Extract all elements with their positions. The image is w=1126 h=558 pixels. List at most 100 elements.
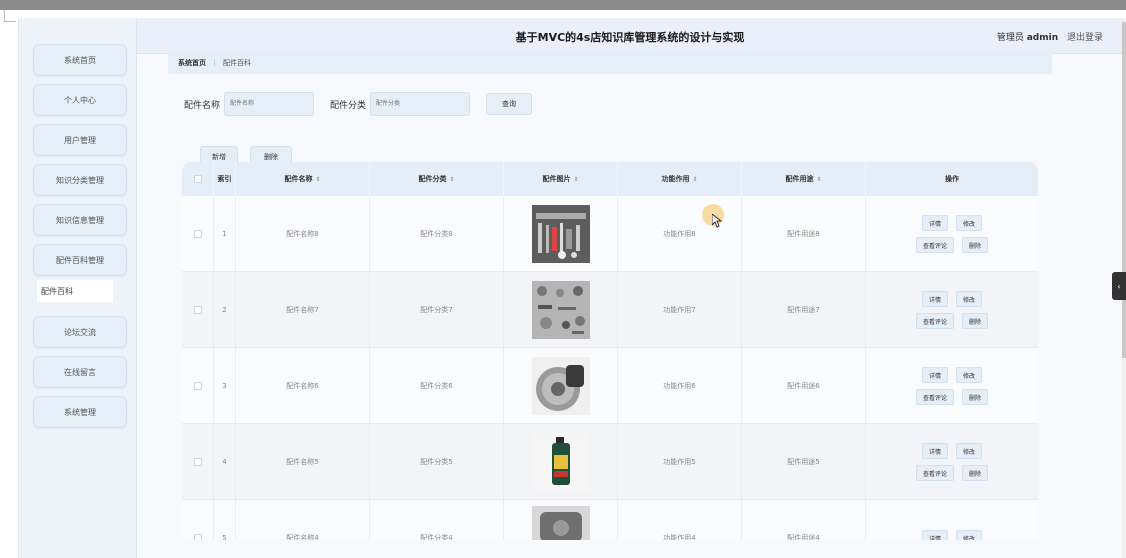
row-index: 2: [214, 272, 236, 348]
mouse-cursor-icon: [712, 214, 722, 228]
query-button[interactable]: 查询: [486, 93, 533, 115]
sort-icon: ⇕: [315, 175, 321, 183]
detail-button[interactable]: 详情: [921, 367, 948, 383]
user-role: 管理员: [996, 33, 1024, 43]
side-panel-toggle-icon[interactable]: ‹: [1112, 272, 1126, 300]
row-function: 功能作用4: [618, 500, 742, 540]
parts-table: 索引 配件名称 ⇕ 配件分类 ⇕ 配件图片 ⇕ 功能作用 ⇕ 配件用途 ⇕ 操作 1 配件…: [182, 162, 1038, 540]
edit-button[interactable]: 修改: [956, 367, 983, 383]
view-comments-button[interactable]: 查看评论: [915, 389, 954, 405]
edit-button[interactable]: 修改: [956, 443, 983, 459]
row-index: 3: [214, 348, 236, 424]
col-name[interactable]: 配件名称 ⇕: [236, 162, 370, 196]
row-function: 功能作用7: [618, 272, 742, 348]
edit-button[interactable]: 修改: [956, 530, 983, 540]
part-image-brake-disc: [531, 357, 590, 415]
select-all-checkbox[interactable]: [193, 175, 202, 183]
row-name: 配件名称6: [236, 348, 370, 424]
sidebar-item-home[interactable]: 系统首页: [33, 44, 127, 76]
row-usage: 配件用途4: [742, 500, 866, 540]
row-usage: 配件用途8: [742, 196, 866, 272]
select-all-cell: [182, 162, 214, 196]
breadcrumb-home[interactable]: 系统首页: [178, 58, 206, 68]
scrollbar-thumb[interactable]: [1122, 22, 1126, 358]
col-category[interactable]: 配件分类 ⇕: [370, 162, 504, 196]
sidebar-item-users[interactable]: 用户管理: [33, 124, 127, 156]
breadcrumb-separator: ⋮: [211, 59, 218, 67]
col-image[interactable]: 配件图片 ⇕: [504, 162, 618, 196]
view-comments-button[interactable]: 查看评论: [915, 313, 954, 329]
row-actions: 详情 修改 查看评论 删除: [915, 215, 989, 253]
sidebar-item-parts-wiki[interactable]: 配件百科管理: [33, 244, 127, 276]
edit-button[interactable]: 修改: [956, 291, 983, 307]
table-row: 5 配件名称4 配件分类4 功能作用4 配件用途4 详情 修改: [182, 500, 1038, 540]
row-category: 配件分类4: [370, 500, 504, 540]
row-usage: 配件用途6: [742, 348, 866, 424]
row-checkbox[interactable]: [193, 306, 202, 314]
sort-icon: ⇕: [692, 175, 698, 183]
sidebar-item-forum[interactable]: 论坛交流: [33, 316, 127, 348]
row-category: 配件分类5: [370, 424, 504, 500]
window-corner-mark: [4, 10, 16, 22]
row-index: 5: [214, 500, 236, 540]
sort-icon: ⇕: [816, 175, 822, 183]
row-index: 1: [214, 196, 236, 272]
view-comments-button[interactable]: 查看评论: [915, 237, 954, 253]
username: admin: [1026, 33, 1059, 43]
edit-button[interactable]: 修改: [956, 215, 983, 231]
row-usage: 配件用途7: [742, 272, 866, 348]
row-checkbox[interactable]: [193, 230, 202, 238]
delete-button[interactable]: 删除: [962, 465, 989, 481]
table-row: 2 配件名称7 配件分类7 功能作用7 配件用途7 详情 修改 查看评论 删除: [182, 272, 1038, 348]
row-actions: 详情 修改 查看评论 删除: [915, 443, 989, 481]
sort-icon: ⇕: [573, 175, 579, 183]
col-index: 索引: [214, 162, 236, 196]
part-image-bolts: [531, 281, 590, 339]
table-row: 4 配件名称5 配件分类5 功能作用5 配件用途5 详情 修改 查看评论 删除: [182, 424, 1038, 500]
delete-button[interactable]: 删除: [962, 389, 989, 405]
detail-button[interactable]: 详情: [921, 530, 948, 540]
sidebar-item-system[interactable]: 系统管理: [33, 396, 127, 428]
row-name: 配件名称5: [236, 424, 370, 500]
sidebar-item-knowledge-info[interactable]: 知识信息管理: [33, 204, 127, 236]
detail-button[interactable]: 详情: [921, 215, 948, 231]
row-checkbox[interactable]: [193, 458, 202, 466]
delete-button[interactable]: 删除: [962, 237, 989, 253]
row-actions: 详情 修改 查看评论 删除: [915, 367, 989, 405]
search-bar: 配件名称 配件分类 查询: [184, 92, 533, 116]
sidebar-item-profile[interactable]: 个人中心: [33, 84, 127, 116]
detail-button[interactable]: 详情: [921, 443, 948, 459]
col-actions: 操作: [945, 175, 959, 183]
row-name: 配件名称4: [236, 500, 370, 540]
row-checkbox[interactable]: [193, 382, 202, 390]
sidebar-item-messages[interactable]: 在线留言: [33, 356, 127, 388]
row-category: 配件分类7: [370, 272, 504, 348]
part-image-caliper: [531, 506, 590, 540]
name-search-input[interactable]: [224, 92, 315, 116]
col-usage[interactable]: 配件用途 ⇕: [742, 162, 866, 196]
sidebar-item-knowledge-category[interactable]: 知识分类管理: [33, 164, 127, 196]
detail-button[interactable]: 详情: [921, 291, 948, 307]
view-comments-button[interactable]: 查看评论: [915, 465, 954, 481]
row-function: 功能作用5: [618, 424, 742, 500]
row-index: 4: [214, 424, 236, 500]
col-function[interactable]: 功能作用 ⇕: [618, 162, 742, 196]
page-title: 基于MVC的4s店知识库管理系统的设计与实现: [515, 31, 745, 44]
row-name: 配件名称7: [236, 272, 370, 348]
logout-link[interactable]: 退出登录: [1067, 33, 1103, 43]
user-info: 管理员 admin 退出登录: [997, 30, 1103, 43]
breadcrumb-current: 配件百科: [223, 59, 251, 67]
part-image-tools: [531, 205, 590, 263]
row-checkbox[interactable]: [193, 534, 202, 540]
submenu-item-parts-wiki[interactable]: 配件百科: [37, 280, 113, 302]
row-actions: 详情 修改: [921, 530, 983, 540]
table-row: 3 配件名称6 配件分类6 功能作用6 配件用途6 详情 修改 查看评论 删除: [182, 348, 1038, 424]
header: 基于MVC的4s店知识库管理系统的设计与实现 管理员 admin 退出登录: [137, 18, 1122, 54]
row-usage: 配件用途5: [742, 424, 866, 500]
category-search-input[interactable]: [370, 92, 471, 116]
delete-button[interactable]: 删除: [962, 313, 989, 329]
table-header: 索引 配件名称 ⇕ 配件分类 ⇕ 配件图片 ⇕ 功能作用 ⇕ 配件用途 ⇕ 操作: [182, 162, 1038, 196]
sort-icon: ⇕: [449, 175, 455, 183]
sidebar: 系统首页 个人中心 用户管理 知识分类管理 知识信息管理 配件百科管理 配件百科…: [19, 18, 137, 558]
category-search-label: 配件分类: [330, 100, 367, 111]
